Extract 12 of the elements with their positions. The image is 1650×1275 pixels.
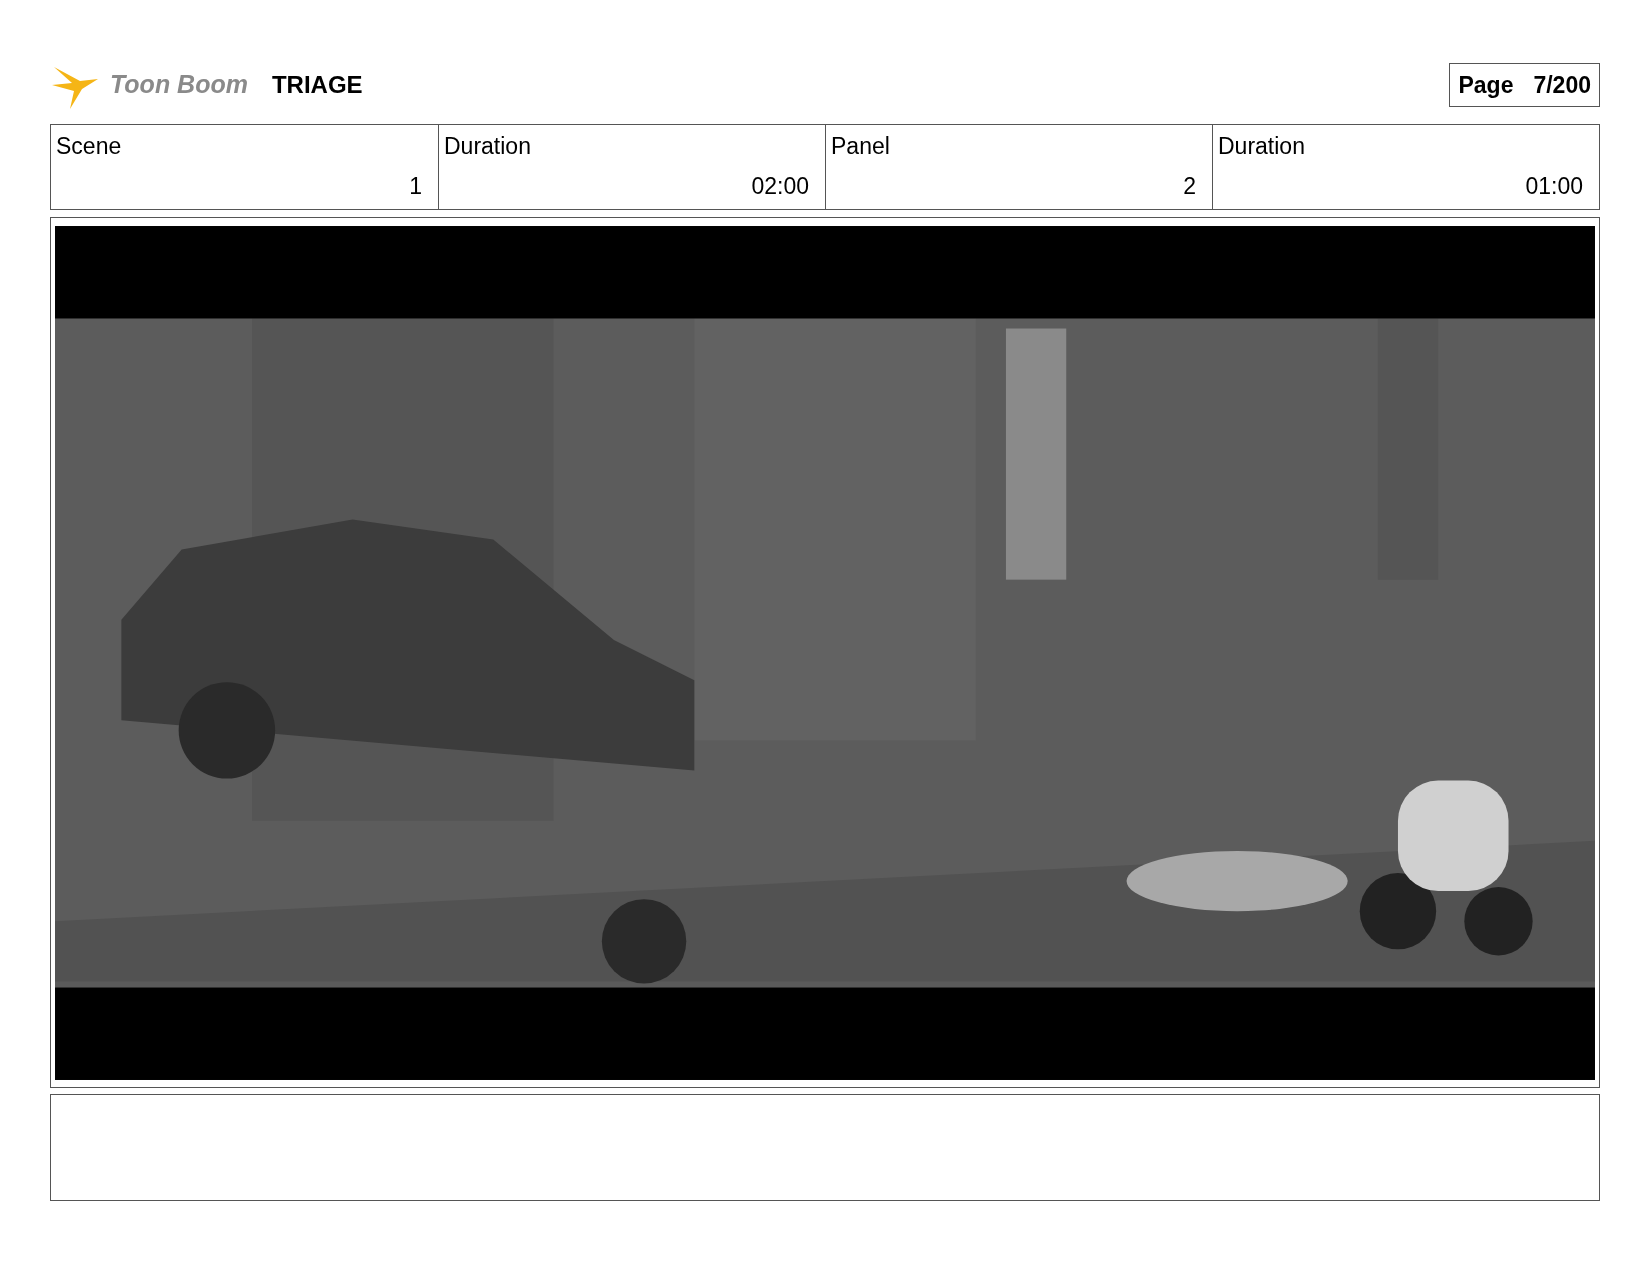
field-label: Duration — [444, 132, 532, 161]
logo-text: Toon Boom — [110, 69, 248, 101]
field-value: 2 — [1182, 171, 1196, 201]
project-title: TRIAGE — [271, 70, 363, 100]
field-label: Scene — [56, 132, 123, 161]
field-value: 01:00 — [1524, 171, 1583, 201]
field-value: 02:00 — [750, 171, 809, 201]
field-label: Panel — [831, 132, 891, 161]
page-label: Page — [1458, 70, 1514, 100]
field-label: Duration — [1218, 132, 1306, 161]
page-number: 7/200 — [1533, 70, 1591, 100]
field-value: 1 — [408, 171, 422, 201]
